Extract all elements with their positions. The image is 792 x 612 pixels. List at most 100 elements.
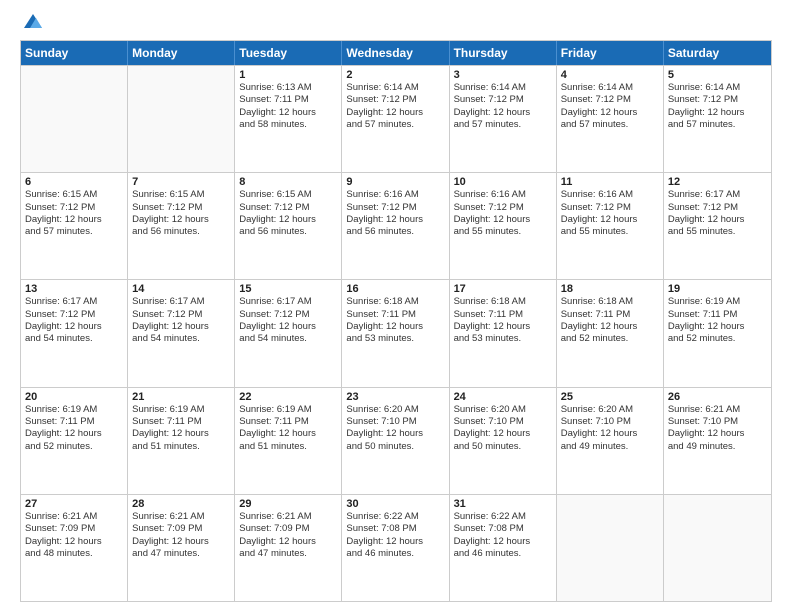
page: SundayMondayTuesdayWednesdayThursdayFrid…: [0, 0, 792, 612]
cell-line: Daylight: 12 hours: [668, 428, 767, 440]
day-number: 30: [346, 498, 444, 510]
day-number: 6: [25, 176, 123, 188]
cell-line: Sunrise: 6:16 AM: [346, 189, 444, 201]
cell-line: and 54 minutes.: [25, 333, 123, 345]
weekday-header-tuesday: Tuesday: [235, 41, 342, 65]
calendar-cell: 3Sunrise: 6:14 AMSunset: 7:12 PMDaylight…: [450, 66, 557, 172]
cell-line: Daylight: 12 hours: [454, 107, 552, 119]
cell-line: Sunset: 7:09 PM: [132, 523, 230, 535]
cell-line: Sunrise: 6:14 AM: [668, 82, 767, 94]
cell-line: Daylight: 12 hours: [346, 107, 444, 119]
cell-line: Sunrise: 6:20 AM: [454, 404, 552, 416]
day-number: 27: [25, 498, 123, 510]
cell-line: Sunrise: 6:21 AM: [239, 511, 337, 523]
cell-line: Sunrise: 6:19 AM: [25, 404, 123, 416]
calendar-cell: 19Sunrise: 6:19 AMSunset: 7:11 PMDayligh…: [664, 280, 771, 386]
day-number: 4: [561, 69, 659, 81]
calendar-row: 27Sunrise: 6:21 AMSunset: 7:09 PMDayligh…: [21, 494, 771, 601]
day-number: 25: [561, 391, 659, 403]
cell-line: Sunset: 7:11 PM: [346, 309, 444, 321]
day-number: 29: [239, 498, 337, 510]
calendar-cell: 4Sunrise: 6:14 AMSunset: 7:12 PMDaylight…: [557, 66, 664, 172]
cell-line: Sunrise: 6:22 AM: [346, 511, 444, 523]
calendar-row: 1Sunrise: 6:13 AMSunset: 7:11 PMDaylight…: [21, 65, 771, 172]
cell-line: Daylight: 12 hours: [346, 214, 444, 226]
cell-line: Sunrise: 6:16 AM: [561, 189, 659, 201]
cell-line: and 53 minutes.: [346, 333, 444, 345]
cell-line: Sunrise: 6:15 AM: [132, 189, 230, 201]
cell-line: Sunrise: 6:21 AM: [25, 511, 123, 523]
cell-line: Sunset: 7:12 PM: [239, 202, 337, 214]
logo: [20, 18, 44, 32]
day-number: 1: [239, 69, 337, 81]
calendar-cell: 25Sunrise: 6:20 AMSunset: 7:10 PMDayligh…: [557, 388, 664, 494]
cell-line: Sunrise: 6:19 AM: [239, 404, 337, 416]
cell-line: Sunset: 7:11 PM: [239, 416, 337, 428]
cell-line: Daylight: 12 hours: [25, 214, 123, 226]
cell-line: Sunset: 7:08 PM: [346, 523, 444, 535]
cell-line: Sunrise: 6:14 AM: [454, 82, 552, 94]
cell-line: Daylight: 12 hours: [239, 107, 337, 119]
weekday-header-saturday: Saturday: [664, 41, 771, 65]
cell-line: and 51 minutes.: [132, 441, 230, 453]
cell-line: Sunset: 7:12 PM: [668, 202, 767, 214]
cell-line: and 47 minutes.: [132, 548, 230, 560]
calendar-cell: 1Sunrise: 6:13 AMSunset: 7:11 PMDaylight…: [235, 66, 342, 172]
cell-line: Sunset: 7:12 PM: [25, 202, 123, 214]
cell-line: Daylight: 12 hours: [668, 214, 767, 226]
cell-line: and 50 minutes.: [454, 441, 552, 453]
cell-line: Sunrise: 6:17 AM: [132, 296, 230, 308]
cell-line: Sunset: 7:12 PM: [561, 94, 659, 106]
calendar-cell: 26Sunrise: 6:21 AMSunset: 7:10 PMDayligh…: [664, 388, 771, 494]
cell-line: Sunrise: 6:15 AM: [25, 189, 123, 201]
cell-line: Daylight: 12 hours: [25, 536, 123, 548]
calendar-cell: 24Sunrise: 6:20 AMSunset: 7:10 PMDayligh…: [450, 388, 557, 494]
cell-line: Sunrise: 6:21 AM: [132, 511, 230, 523]
cell-line: Daylight: 12 hours: [132, 214, 230, 226]
cell-line: Sunrise: 6:18 AM: [561, 296, 659, 308]
header: [20, 18, 772, 32]
cell-line: and 53 minutes.: [454, 333, 552, 345]
cell-line: Sunrise: 6:19 AM: [668, 296, 767, 308]
cell-line: Sunset: 7:12 PM: [454, 202, 552, 214]
day-number: 7: [132, 176, 230, 188]
day-number: 20: [25, 391, 123, 403]
cell-line: and 55 minutes.: [668, 226, 767, 238]
day-number: 31: [454, 498, 552, 510]
cell-line: Sunset: 7:11 PM: [25, 416, 123, 428]
cell-line: and 50 minutes.: [346, 441, 444, 453]
calendar-cell: 7Sunrise: 6:15 AMSunset: 7:12 PMDaylight…: [128, 173, 235, 279]
calendar-cell: [557, 495, 664, 601]
calendar-cell: 15Sunrise: 6:17 AMSunset: 7:12 PMDayligh…: [235, 280, 342, 386]
calendar-cell: 6Sunrise: 6:15 AMSunset: 7:12 PMDaylight…: [21, 173, 128, 279]
cell-line: and 47 minutes.: [239, 548, 337, 560]
day-number: 26: [668, 391, 767, 403]
cell-line: Daylight: 12 hours: [454, 536, 552, 548]
logo-icon: [22, 10, 44, 32]
cell-line: Daylight: 12 hours: [454, 428, 552, 440]
day-number: 17: [454, 283, 552, 295]
day-number: 16: [346, 283, 444, 295]
cell-line: Sunset: 7:12 PM: [454, 94, 552, 106]
calendar-cell: 29Sunrise: 6:21 AMSunset: 7:09 PMDayligh…: [235, 495, 342, 601]
calendar-cell: 23Sunrise: 6:20 AMSunset: 7:10 PMDayligh…: [342, 388, 449, 494]
cell-line: Sunset: 7:12 PM: [239, 309, 337, 321]
cell-line: Sunrise: 6:17 AM: [239, 296, 337, 308]
day-number: 5: [668, 69, 767, 81]
cell-line: and 57 minutes.: [454, 119, 552, 131]
calendar-cell: 9Sunrise: 6:16 AMSunset: 7:12 PMDaylight…: [342, 173, 449, 279]
cell-line: Sunrise: 6:20 AM: [561, 404, 659, 416]
cell-line: Sunset: 7:09 PM: [25, 523, 123, 535]
cell-line: Daylight: 12 hours: [239, 536, 337, 548]
cell-line: Daylight: 12 hours: [561, 107, 659, 119]
cell-line: Daylight: 12 hours: [239, 321, 337, 333]
calendar-row: 20Sunrise: 6:19 AMSunset: 7:11 PMDayligh…: [21, 387, 771, 494]
day-number: 9: [346, 176, 444, 188]
cell-line: Sunset: 7:11 PM: [454, 309, 552, 321]
cell-line: Sunset: 7:12 PM: [668, 94, 767, 106]
cell-line: Daylight: 12 hours: [454, 321, 552, 333]
cell-line: Daylight: 12 hours: [346, 428, 444, 440]
cell-line: Sunrise: 6:17 AM: [25, 296, 123, 308]
day-number: 22: [239, 391, 337, 403]
cell-line: Sunset: 7:11 PM: [561, 309, 659, 321]
